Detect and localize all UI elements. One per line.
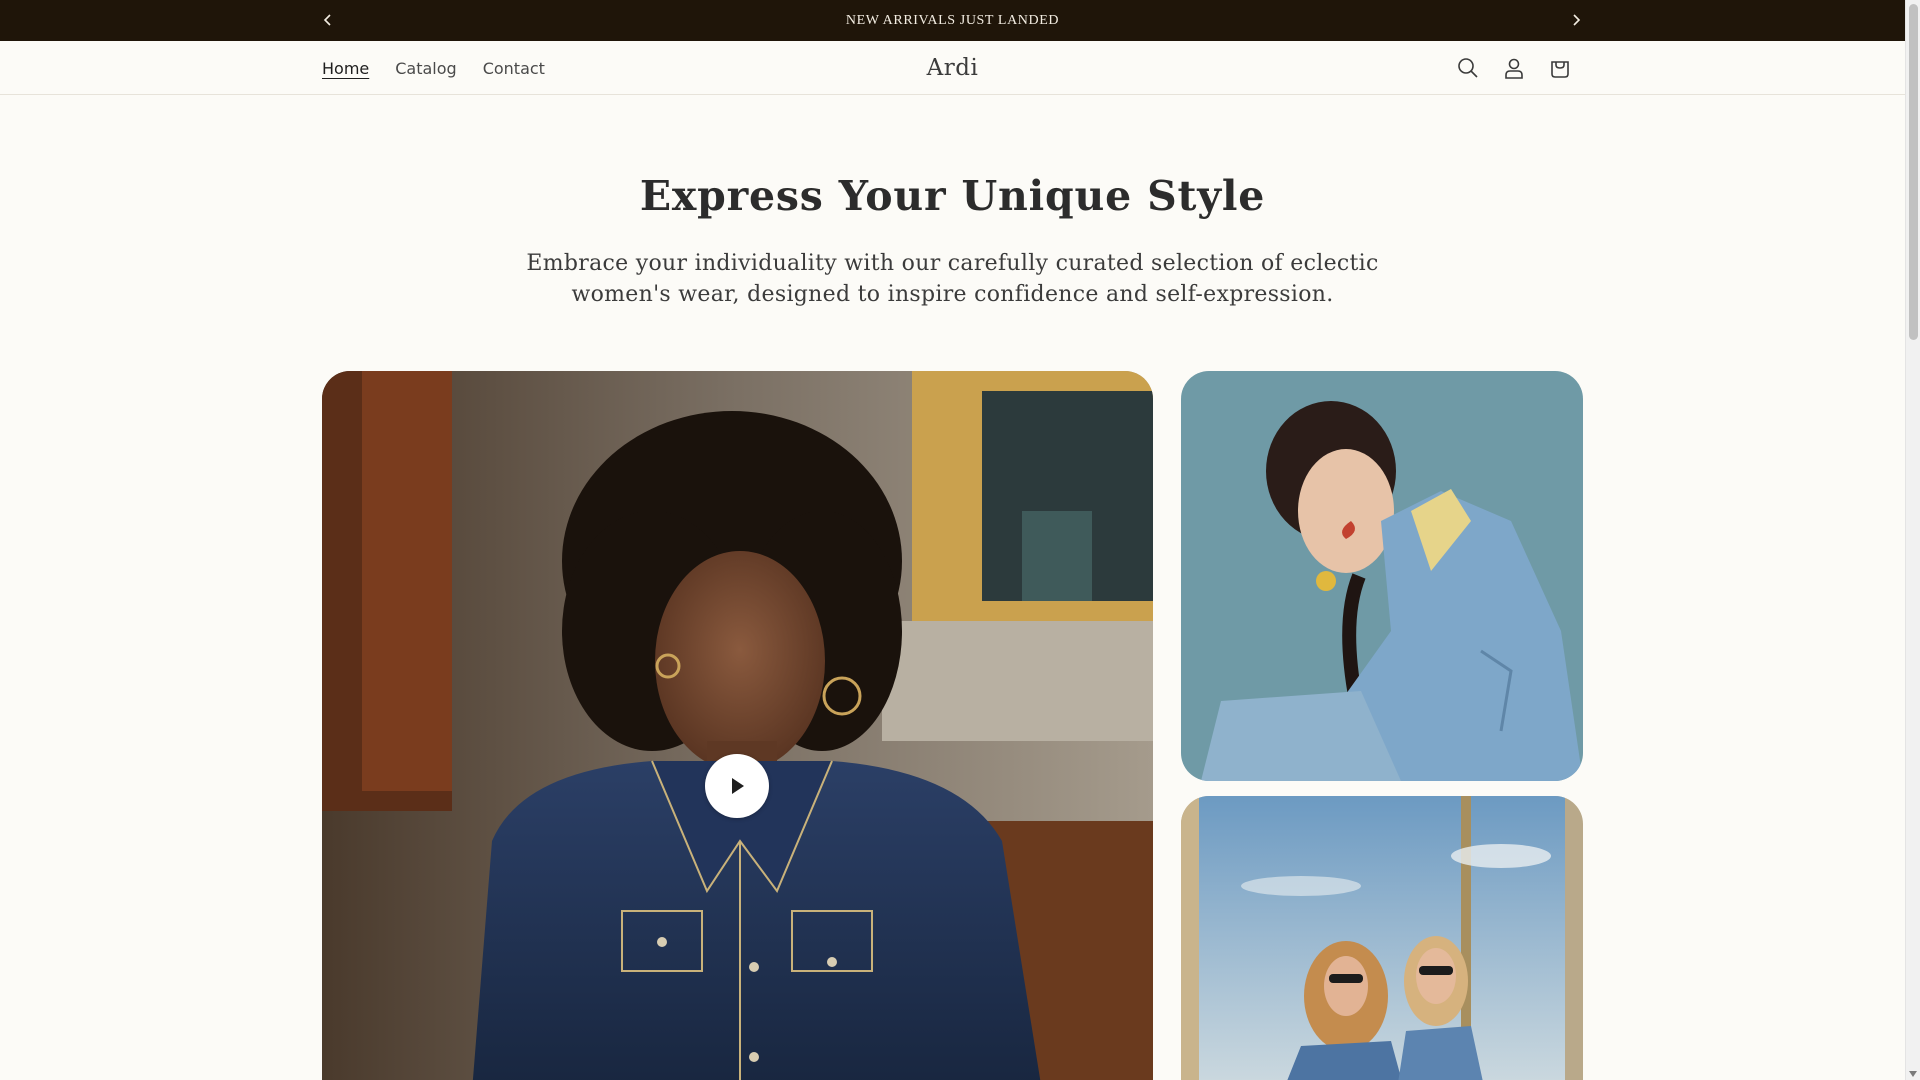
side-image-2[interactable] — [1181, 796, 1583, 1080]
announcement-text: NEW ARRIVALS JUST LANDED — [845, 12, 1060, 28]
hero-subtitle-line-1: Embrace your individuality with our care… — [526, 251, 1379, 276]
page-scrollbar[interactable] — [1905, 0, 1920, 1080]
announcement-bar: NEW ARRIVALS JUST LANDED — [0, 0, 1905, 41]
hero-subtitle: Embrace your individuality with our care… — [520, 248, 1385, 310]
nav-catalog[interactable]: Catalog — [395, 59, 456, 78]
main-nav: Home Catalog Contact — [322, 41, 571, 95]
site-logo[interactable]: Ardi — [927, 55, 979, 81]
hero-title: Express Your Unique Style — [639, 172, 1266, 220]
scrollbar-thumb[interactable] — [1909, 4, 1918, 340]
cart-icon[interactable] — [1546, 54, 1574, 82]
scroll-down-arrow-icon[interactable] — [1909, 1071, 1917, 1077]
site-header: Home Catalog Contact Ardi — [0, 41, 1905, 95]
hero-video[interactable] — [322, 371, 1153, 1080]
logo-wrapper: Ardi — [0, 41, 1905, 95]
header-icons — [1454, 54, 1592, 82]
nav-contact[interactable]: Contact — [483, 59, 545, 78]
chevron-left-icon[interactable] — [318, 10, 338, 30]
side-image-1[interactable] — [1181, 371, 1583, 781]
nav-home[interactable]: Home — [322, 59, 369, 78]
chevron-right-icon[interactable] — [1566, 10, 1586, 30]
search-icon[interactable] — [1454, 54, 1482, 82]
account-icon[interactable] — [1500, 54, 1528, 82]
hero-subtitle-line-2: women's wear, designed to inspire confid… — [571, 282, 1334, 307]
play-icon[interactable] — [705, 754, 769, 818]
